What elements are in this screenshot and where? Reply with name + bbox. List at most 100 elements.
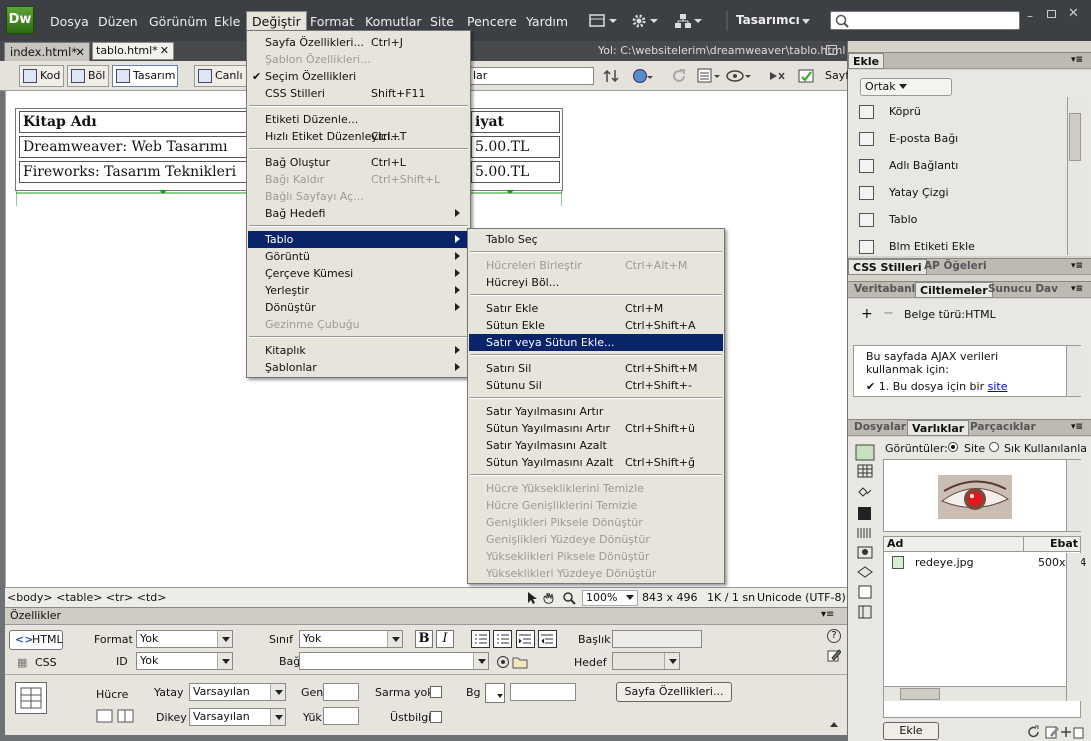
id-select[interactable]: Yok xyxy=(136,652,233,670)
ajax-scrollbar[interactable] xyxy=(1066,346,1081,396)
preview-browser-icon[interactable] xyxy=(632,68,654,84)
preview-scrollbar[interactable] xyxy=(1066,460,1081,531)
list-item[interactable]: redeye.jpg 500x294 xyxy=(884,555,1087,571)
menu-item-yerle-tir[interactable]: Yerleştir xyxy=(248,282,469,299)
bold-button[interactable]: B xyxy=(415,630,433,648)
menu-item-sayfa-zellikleri[interactable]: Sayfa Özellikleri... Ctrl+J xyxy=(248,34,469,51)
link-input[interactable] xyxy=(299,652,489,670)
select-tools[interactable] xyxy=(523,590,578,606)
workspace-switcher[interactable]: Tasarımcı xyxy=(736,13,800,27)
insert-item-kopru[interactable]: Köprü xyxy=(856,102,921,122)
menu-duzen[interactable]: Düzen xyxy=(92,11,144,31)
menu-item-etiketi-d-zenle[interactable]: Etiketi Düzenle... xyxy=(248,111,469,128)
asset-category-icons[interactable] xyxy=(855,444,875,644)
col-name[interactable]: Ad xyxy=(884,537,1024,552)
menu-item-s-tun-ekle[interactable]: Sütun Ekle Ctrl+Shift+A xyxy=(469,317,723,334)
format-select[interactable]: Yok xyxy=(136,630,233,648)
menu-yardim[interactable]: Yardım xyxy=(520,11,574,31)
html-mode-button[interactable]: <> HTML xyxy=(9,630,63,650)
chevron-down-icon[interactable] xyxy=(802,19,810,28)
tab-tablo[interactable]: tablo.html* ✕ xyxy=(92,42,174,60)
insert-category-select[interactable]: Ortak xyxy=(860,78,952,96)
menu-dosya[interactable]: Dosya xyxy=(44,11,95,31)
table-cell[interactable]: 5.00.TL xyxy=(471,136,560,158)
list-buttons[interactable] xyxy=(471,630,561,648)
menu-item-sat-r-yay-lmas-n-art-r[interactable]: Satır Yayılmasını Artır xyxy=(469,403,723,420)
page-properties-button[interactable]: Sayfa Özellikleri... xyxy=(616,682,732,702)
target-select[interactable] xyxy=(612,652,680,670)
horz-select[interactable]: Varsayılan xyxy=(189,683,286,701)
bg-color-swatch[interactable] xyxy=(485,683,505,703)
design-view-button[interactable]: Tasarım xyxy=(112,65,178,87)
split-view-button[interactable]: Böl xyxy=(67,65,109,87)
remove-binding-button[interactable]: − xyxy=(883,306,894,321)
view-options-icon[interactable] xyxy=(697,68,721,84)
site-link[interactable]: site xyxy=(988,380,1008,393)
tag-selector[interactable]: <body> <table> <tr> <td> xyxy=(7,591,166,604)
quick-tag-editor-icon[interactable] xyxy=(827,648,841,662)
menu-item-s-tunu-sil[interactable]: Sütunu Sil Ctrl+Shift+- xyxy=(469,377,723,394)
insert-item-adli-baglanti[interactable]: Adlı Bağlantı xyxy=(856,156,958,176)
menu-item-s-tun-yay-lmas-n-azalt[interactable]: Sütun Yayılmasını Azalt Ctrl+Shift+ğ xyxy=(469,454,723,471)
restore-icon[interactable] xyxy=(826,45,837,55)
italic-button[interactable]: I xyxy=(436,630,454,648)
menu-item-er-eve-k-mesi[interactable]: Çerçeve Kümesi xyxy=(248,265,469,282)
minimize-button[interactable]: – xyxy=(1027,9,1033,23)
menu-item-se-im-zellikleri[interactable]: Seçim Özellikleri ✔ xyxy=(248,68,469,85)
title-field[interactable] xyxy=(612,630,702,648)
vert-select[interactable]: Varsayılan xyxy=(189,708,286,726)
bg-color-input[interactable] xyxy=(510,683,576,701)
panel-options-icon[interactable]: ▾≡ xyxy=(1071,282,1083,297)
menu-item-h-zl-etiket-d-zenleyici[interactable]: Hızlı Etiket Düzenleyici... Ctrl+T xyxy=(248,128,469,145)
menu-ekle[interactable]: Ekle xyxy=(208,11,246,31)
menu-pencere[interactable]: Pencere xyxy=(461,11,523,31)
title-input[interactable]: lar xyxy=(468,67,594,85)
close-icon[interactable]: ✕ xyxy=(160,43,169,59)
close-icon[interactable]: ✕ xyxy=(75,43,85,61)
menu-degistir[interactable]: Değiştir xyxy=(246,11,307,31)
menu-item-s-tun-yay-lmas-n-art-r[interactable]: Sütun Yayılmasını Artır Ctrl+Shift+ü xyxy=(469,420,723,437)
panel-options-icon[interactable]: ▾≡ xyxy=(1071,53,1083,68)
layout-icon[interactable] xyxy=(588,13,618,29)
close-button[interactable]: ✕ xyxy=(1068,6,1079,21)
menu-item-tablo-se[interactable]: Tablo Seç xyxy=(469,231,723,248)
table-cell[interactable]: 5.00.TL xyxy=(471,161,560,183)
insert-scrollbar[interactable] xyxy=(1067,97,1082,255)
code-view-button[interactable]: Kod xyxy=(19,65,64,87)
menu-format[interactable]: Format xyxy=(304,11,360,31)
panel-options-icon[interactable]: ▾≡ xyxy=(1071,259,1083,274)
menu-item-g-r-nt[interactable]: Görüntü xyxy=(248,248,469,265)
radio-site[interactable] xyxy=(948,442,958,452)
site-icon[interactable] xyxy=(674,13,704,29)
point-to-file-icon[interactable] xyxy=(496,654,528,670)
cell-height-input[interactable] xyxy=(323,707,359,725)
menu-item-sat-r-yay-lmas-n-azalt[interactable]: Satır Yayılmasını Azalt xyxy=(469,437,723,454)
menu-item-sat-r-veya-s-tun-ekle[interactable]: Satır veya Sütun Ekle... xyxy=(469,334,723,351)
collapse-icon[interactable] xyxy=(830,718,838,727)
help-icon[interactable]: ? xyxy=(827,629,841,643)
css-mode-button[interactable]: ▦ CSS xyxy=(17,656,57,669)
class-select[interactable]: Yok xyxy=(299,630,403,648)
add-binding-button[interactable]: + xyxy=(861,306,873,322)
refresh-icon[interactable] xyxy=(671,68,687,84)
insert-asset-button[interactable]: Ekle xyxy=(883,722,939,740)
zoom-select[interactable]: 100% xyxy=(582,590,638,606)
col-size[interactable]: Ebat xyxy=(1024,537,1080,552)
insert-item-div[interactable]: Blm Etiketi Ekle xyxy=(856,237,975,255)
menu-item-ba-olu-tur[interactable]: Bağ Oluştur Ctrl+L xyxy=(248,154,469,171)
list-hscrollbar[interactable] xyxy=(884,686,1066,701)
tab-index[interactable]: index.html* ✕ xyxy=(4,42,90,61)
menu-site[interactable]: Site xyxy=(424,11,460,31)
menu-item-kitapl-k[interactable]: Kitaplık xyxy=(248,342,469,359)
insert-item-tablo[interactable]: Tablo xyxy=(856,210,917,230)
file-management-icon[interactable] xyxy=(603,68,623,84)
menu-item-css-stilleri[interactable]: CSS Stilleri Shift+F11 xyxy=(248,85,469,102)
live-view-button[interactable]: Canlı xyxy=(194,65,250,87)
visual-aids-icon[interactable] xyxy=(726,68,752,84)
menu-item-sat-r-ekle[interactable]: Satır Ekle Ctrl+M xyxy=(469,300,723,317)
table-header-cell[interactable]: iyat xyxy=(471,111,560,133)
menu-item-d-n-t-r[interactable]: Dönüştür xyxy=(248,299,469,316)
maximize-button[interactable] xyxy=(1047,10,1056,18)
merge-split-icons[interactable] xyxy=(96,708,136,724)
insert-item-yatay-cizgi[interactable]: Yatay Çizgi xyxy=(856,183,949,203)
